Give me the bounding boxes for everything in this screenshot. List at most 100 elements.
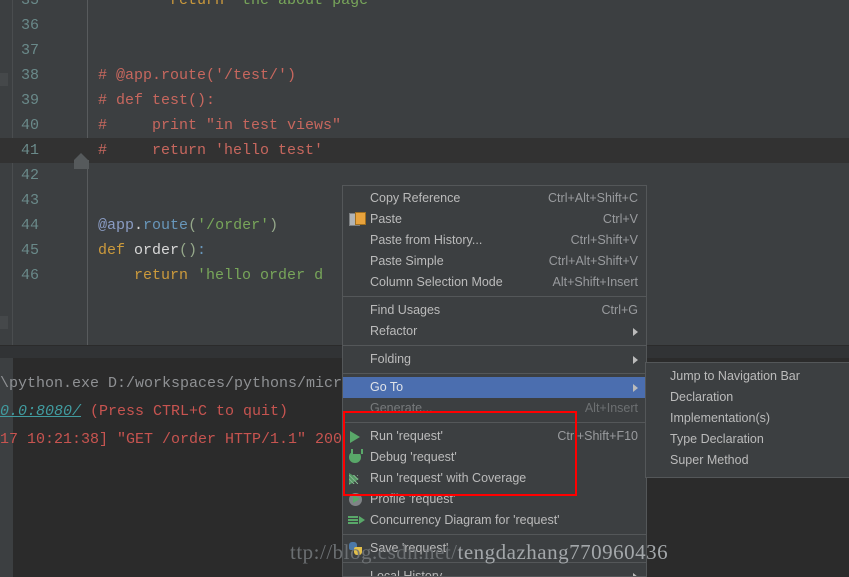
console-text: \python.exe D:/workspaces/pythons/micro <box>0 375 352 392</box>
editor-context-menu[interactable]: Copy Reference Ctrl+Alt+Shift+C Paste Ctrl+… <box>342 185 647 577</box>
menu-item-icon-slot <box>343 251 370 272</box>
menu-item-shortcut: Ctrl+V <box>602 212 638 226</box>
menu-item-shortcut: Ctrl+Alt+Shift+C <box>548 191 638 205</box>
line-code: # return 'hello test' <box>98 138 323 163</box>
menu-item-label: Run 'request' with Coverage <box>370 471 527 485</box>
menu-item-paste-simple[interactable]: Paste Simple Ctrl+Alt+Shift+V <box>343 251 646 272</box>
code-token: def <box>98 242 135 259</box>
menu-item-paste[interactable]: Paste Ctrl+V <box>343 209 646 230</box>
menu-item-local-history[interactable]: Local History <box>343 566 646 576</box>
submenu-item-jump-to-navigation-bar[interactable]: Jump to Navigation BarAl <box>646 366 849 387</box>
run-play-icon <box>350 431 360 443</box>
line-number: 37 <box>21 42 40 59</box>
menu-separator <box>343 373 646 374</box>
menu-item-label: Refactor <box>370 324 418 338</box>
editor-line[interactable]: 36 <box>0 13 849 38</box>
chevron-right-icon <box>633 383 638 392</box>
line-number: 44 <box>21 217 40 234</box>
line-number: 45 <box>21 242 40 259</box>
watermark: ttp://blog.csdn.net/tengdazhang770960436 <box>290 540 668 565</box>
code-token: # return 'hello test' <box>98 142 324 159</box>
console-text: (Press CTRL+C to quit) <box>81 403 289 420</box>
profile-icon <box>343 489 370 510</box>
console-link[interactable]: 0.0:8080/ <box>0 403 81 420</box>
menu-separator <box>343 534 646 535</box>
menu-item-icon-slot <box>343 300 370 321</box>
debug-bug-icon <box>349 449 363 463</box>
menu-item-icon-slot <box>343 398 370 419</box>
menu-item-profile-request[interactable]: Profile 'request' <box>343 489 646 510</box>
menu-item-run-request[interactable]: Run 'request' Ctrl+Shift+F10 <box>343 426 646 447</box>
menu-item-label: Run 'request' <box>370 429 443 443</box>
menu-item-shortcut: Ctrl+Shift+F10 <box>557 429 638 443</box>
editor-line[interactable]: 40 # print "in test views" <box>0 113 849 138</box>
menu-item-icon-slot <box>343 377 370 398</box>
menu-item-shortcut: Ctrl+Shift+V <box>570 233 638 247</box>
menu-item-label: Paste from History... <box>370 233 483 247</box>
menu-item-icon-slot <box>343 272 370 293</box>
code-token: return <box>170 0 225 9</box>
line-number: 39 <box>21 92 40 109</box>
profile-icon <box>349 493 362 506</box>
line-code: return 'the about page' <box>98 0 377 13</box>
concurrency-icon <box>343 510 370 531</box>
submenu-item-label: Type Declaration <box>670 432 764 446</box>
line-number: 38 <box>21 67 40 84</box>
submenu-item-label: Implementation(s) <box>670 411 771 425</box>
menu-item-label: Debug 'request' <box>370 450 457 464</box>
chevron-right-icon <box>633 327 638 336</box>
code-token: 'hello order d <box>197 267 324 284</box>
menu-item-concurrency-diagram-for-request[interactable]: Concurrency Diagram for 'request' <box>343 510 646 531</box>
menu-item-paste-from-history[interactable]: Paste from History... Ctrl+Shift+V <box>343 230 646 251</box>
submenu-item-type-declaration[interactable]: Type Declaration <box>646 429 849 450</box>
submenu-item-label: Super Method <box>670 453 749 467</box>
menu-item-label: Copy Reference <box>370 191 461 205</box>
line-code: @app.route('/order') <box>98 213 278 238</box>
submenu-item-label: Jump to Navigation Bar <box>670 369 800 383</box>
code-token: . <box>134 217 144 234</box>
submenu-item-super-method[interactable]: Super Method <box>646 450 849 471</box>
coverage-icon <box>349 473 359 485</box>
menu-item-go-to[interactable]: Go To <box>343 377 646 398</box>
line-number: 43 <box>21 192 40 209</box>
line-code: # def test(): <box>98 88 215 113</box>
editor-line[interactable]: 38 # @app.route('/test/') <box>0 63 849 88</box>
menu-item-debug-request[interactable]: Debug 'request' <box>343 447 646 468</box>
code-token: @ <box>98 217 108 234</box>
menu-item-label: Go To <box>370 380 404 394</box>
editor-line[interactable]: 39 # def test(): <box>0 88 849 113</box>
code-token: # print "in test views" <box>98 117 342 134</box>
menu-item-label: Profile 'request' <box>370 492 456 506</box>
code-token: '/order' <box>197 217 270 234</box>
editor-line[interactable]: 35 return 'the about page' <box>0 0 849 13</box>
menu-item-copy-reference[interactable]: Copy Reference Ctrl+Alt+Shift+C <box>343 188 646 209</box>
menu-item-label: Folding <box>370 352 411 366</box>
concurrency-icon <box>348 516 365 525</box>
paste-icon <box>343 209 370 230</box>
code-token: order <box>134 242 180 259</box>
menu-item-column-selection-mode[interactable]: Column Selection Mode Alt+Shift+Insert <box>343 272 646 293</box>
menu-item-generate: Generate... Alt+Insert <box>343 398 646 419</box>
menu-item-shortcut: Ctrl+Alt+Shift+V <box>548 254 638 268</box>
editor-line[interactable]: 37 <box>0 38 849 63</box>
run-play-icon <box>343 426 370 447</box>
menu-item-folding[interactable]: Folding <box>343 349 646 370</box>
editor-line[interactable]: 41 # return 'hello test' <box>0 138 849 163</box>
menu-item-find-usages[interactable]: Find Usages Ctrl+G <box>343 300 646 321</box>
menu-item-icon-slot <box>343 188 370 209</box>
menu-item-label: Generate... <box>370 401 433 415</box>
submenu-item-declaration[interactable]: Declaration <box>646 387 849 408</box>
menu-item-icon-slot <box>343 566 370 576</box>
pycharm-window: 35 return 'the about page' 36 37 38 # @app.r… <box>0 0 849 577</box>
menu-item-run-request-with-coverage[interactable]: Run 'request' with Coverage <box>343 468 646 489</box>
line-number: 42 <box>21 167 40 184</box>
submenu-item-implementation-s[interactable]: Implementation(s) <box>646 408 849 429</box>
line-code: return 'hello order d <box>98 263 323 288</box>
watermark-part1: ttp://blog.csdn.net/ <box>290 540 458 564</box>
menu-item-icon-slot <box>343 321 370 342</box>
line-number: 46 <box>21 267 40 284</box>
menu-item-refactor[interactable]: Refactor <box>343 321 646 342</box>
go-to-submenu[interactable]: Jump to Navigation BarAl Declaration Imple… <box>645 362 849 478</box>
